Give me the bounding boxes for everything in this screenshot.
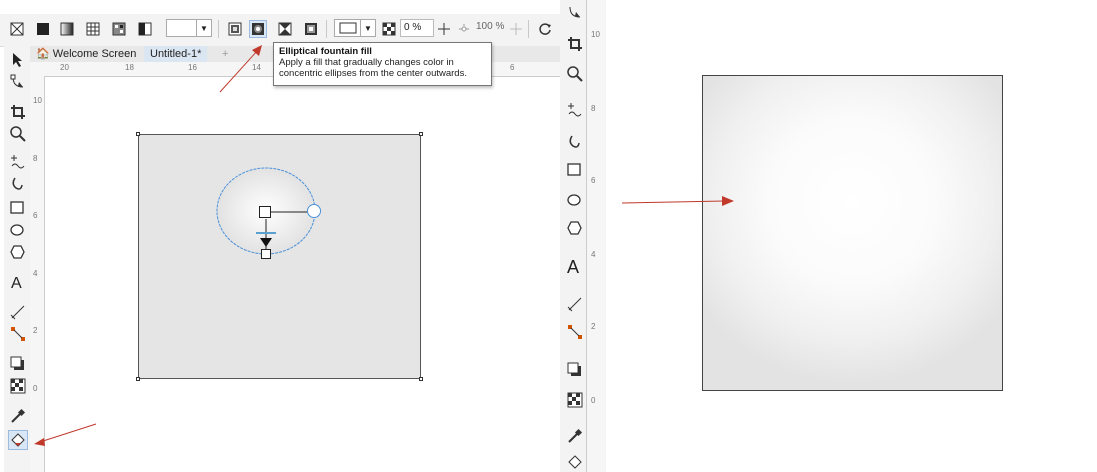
ruler-tick: 0 xyxy=(591,396,596,405)
freehand-tool-icon[interactable] xyxy=(565,100,585,120)
left-screenshot-panel: ▼ ▼ 0 % 100 % A 🏠 Welcome Screen Untitle… xyxy=(0,0,560,472)
polygon-tool-icon[interactable] xyxy=(565,218,585,238)
vertical-ruler-right: 10 8 6 4 2 0 xyxy=(586,0,605,472)
svg-text:A: A xyxy=(567,257,579,275)
interactive-fill-tool-icon[interactable] xyxy=(565,452,585,472)
annotation-arrow-result xyxy=(621,196,734,206)
annotation-arrows xyxy=(34,45,262,446)
zoom-tool-icon[interactable] xyxy=(565,64,585,84)
transparency-tool-icon[interactable] xyxy=(565,390,585,410)
eyedropper-tool-icon[interactable] xyxy=(565,426,585,446)
shape-tool-icon[interactable] xyxy=(565,2,585,22)
text-tool-icon[interactable]: A xyxy=(565,256,585,276)
drop-shadow-icon[interactable] xyxy=(565,360,585,380)
ruler-tick: 10 xyxy=(591,30,600,39)
arrow-head-icon xyxy=(722,196,734,206)
page-rectangle-result[interactable] xyxy=(702,75,1003,391)
ruler-tick: 8 xyxy=(591,104,596,113)
ruler-tick: 6 xyxy=(591,176,596,185)
crop-tool-icon[interactable] xyxy=(565,34,585,54)
ruler-tick: 2 xyxy=(591,322,596,331)
connector-tool-icon[interactable] xyxy=(565,322,585,342)
ellipse-tool-icon[interactable] xyxy=(565,190,585,210)
dimension-tool-icon[interactable] xyxy=(565,294,585,314)
arrow-head-icon xyxy=(34,438,45,446)
rectangle-tool-icon[interactable] xyxy=(565,160,585,180)
artistic-media-icon[interactable] xyxy=(565,132,585,152)
ruler-tick: 4 xyxy=(591,250,596,259)
